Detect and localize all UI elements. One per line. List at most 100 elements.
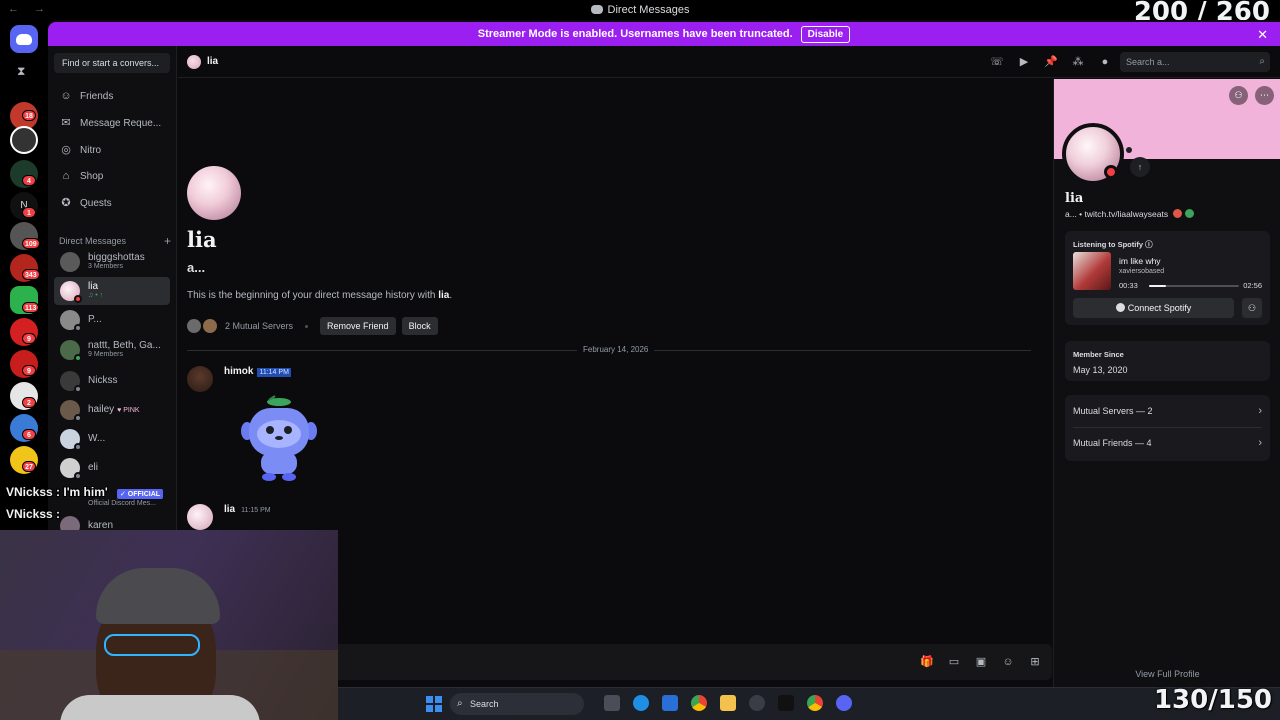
stream-chat-line: VNickss : bbox=[6, 507, 61, 521]
song-artist[interactable]: xaviersobased bbox=[1119, 268, 1164, 275]
taskbar-search[interactable]: ⌕ Search bbox=[450, 693, 584, 715]
discord-taskbar-icon[interactable] bbox=[836, 695, 852, 711]
discord-icon bbox=[590, 5, 603, 14]
custom-status-bubble[interactable]: ↑ bbox=[1130, 157, 1150, 177]
webcam-shirt bbox=[60, 695, 260, 720]
dm-name-text: hailey bbox=[88, 404, 115, 415]
dm-item[interactable]: Nickss bbox=[54, 367, 170, 395]
song-duration: 02:56 bbox=[1243, 281, 1262, 290]
official-badge: ✓ OFFICIAL bbox=[117, 489, 164, 499]
nav-friends[interactable]: ☺ Friends bbox=[54, 84, 170, 108]
dm-item[interactable]: hailey ♥ PINK bbox=[54, 396, 170, 424]
add-friend-icon[interactable]: ⚇ bbox=[1229, 86, 1248, 105]
avatar bbox=[60, 252, 80, 272]
avatar[interactable] bbox=[187, 366, 213, 392]
dm-item[interactable]: P... bbox=[54, 306, 170, 334]
beginning-prefix: This is the beginning of your direct mes… bbox=[187, 290, 439, 301]
hourglass-icon[interactable]: ⧗ bbox=[17, 64, 31, 78]
view-full-profile-link[interactable]: View Full Profile bbox=[1054, 669, 1280, 679]
beginning-name: lia bbox=[438, 290, 450, 301]
song-progress-bar bbox=[1149, 285, 1239, 287]
nav-label: Shop bbox=[80, 170, 104, 182]
album-art[interactable] bbox=[1073, 252, 1111, 290]
chrome-icon[interactable] bbox=[691, 695, 707, 711]
dm-profile-avatar[interactable] bbox=[187, 166, 241, 220]
windows-start-icon[interactable] bbox=[426, 696, 442, 712]
nav-quests[interactable]: ✪ Quests bbox=[54, 191, 170, 215]
search-input[interactable]: Search a... ⌕ bbox=[1120, 52, 1270, 72]
server-badge: 109 bbox=[22, 238, 40, 249]
overlay-counter-bottom: 130/150 bbox=[1153, 685, 1272, 715]
author-name: lia bbox=[224, 504, 236, 515]
message-author[interactable]: lia 11:15 PM bbox=[224, 504, 273, 515]
more-options-icon[interactable]: ⋯ bbox=[1255, 86, 1274, 105]
emoji-icon[interactable]: ☺ bbox=[1001, 655, 1015, 669]
wumpus-sticker[interactable] bbox=[239, 394, 319, 484]
avatar[interactable] bbox=[187, 504, 213, 530]
video-call-icon[interactable]: ▶ bbox=[1017, 55, 1031, 69]
profile-pronouns-link: a... • twitch.tv/liaalwayseats bbox=[1065, 209, 1195, 219]
dm-subtitle: ♫ • ↑ bbox=[88, 292, 104, 299]
nav-message-requests[interactable]: ✉ Message Reque... bbox=[54, 111, 170, 135]
gift-icon[interactable]: 🎁 bbox=[920, 655, 934, 669]
server-badge: 6 bbox=[22, 429, 36, 440]
dm-item[interactable]: W... bbox=[54, 425, 170, 453]
tiktok-icon[interactable] bbox=[778, 695, 794, 711]
dm-item[interactable]: nattt, Beth, Ga... 9 Members bbox=[54, 336, 170, 364]
server-icon[interactable] bbox=[10, 126, 38, 154]
server-badge: 343 bbox=[22, 269, 40, 280]
store-icon[interactable] bbox=[662, 695, 678, 711]
status-indicator bbox=[74, 324, 82, 332]
pin-icon[interactable]: 📌 bbox=[1044, 55, 1058, 69]
info-icon: ⓘ bbox=[1145, 240, 1153, 249]
dm-name: lia bbox=[88, 281, 99, 292]
sticker-icon[interactable]: ▣ bbox=[974, 655, 988, 669]
edge-icon[interactable] bbox=[633, 695, 649, 711]
dm-item-active[interactable]: lia ♫ • ↑ bbox=[54, 277, 170, 305]
official-subtitle: Official Discord Mes... bbox=[88, 500, 156, 507]
create-dm-plus-icon[interactable]: + bbox=[164, 234, 171, 248]
date-divider-label: February 14, 2026 bbox=[577, 345, 655, 354]
chat-header-name[interactable]: lia bbox=[207, 56, 218, 67]
song-title[interactable]: im like why bbox=[1119, 256, 1161, 266]
window-title-text: Direct Messages bbox=[607, 4, 690, 16]
find-conversation-input[interactable]: Find or start a convers... bbox=[54, 53, 170, 73]
windows-taskbar: ⌕ Search bbox=[338, 687, 1280, 720]
mutual-servers-row[interactable]: Mutual Servers — 2 › bbox=[1073, 399, 1262, 423]
spotify-title: Listening to Spotify ⓘ bbox=[1073, 239, 1153, 250]
steam-icon[interactable] bbox=[749, 695, 765, 711]
status-indicator bbox=[74, 472, 82, 480]
remove-friend-button[interactable]: Remove Friend bbox=[320, 317, 396, 335]
apps-icon[interactable]: ⊞ bbox=[1028, 655, 1042, 669]
chrome-icon[interactable] bbox=[807, 695, 823, 711]
profile-link-text[interactable]: a... • twitch.tv/liaalwayseats bbox=[1065, 209, 1168, 219]
mutual-servers-row: 2 Mutual Servers Remove Friend Block bbox=[187, 316, 444, 336]
disable-streamer-mode-button[interactable]: Disable bbox=[800, 25, 851, 43]
gif-icon[interactable]: ▭ bbox=[947, 655, 961, 669]
dm-beginning-text: This is the beginning of your direct mes… bbox=[187, 290, 452, 301]
mutual-servers-link[interactable]: 2 Mutual Servers bbox=[225, 321, 293, 331]
nav-label: Friends bbox=[80, 90, 114, 102]
dm-item[interactable]: bigggshottas 3 Members bbox=[54, 248, 170, 276]
dm-profile-name: lia bbox=[187, 227, 217, 252]
dm-item[interactable]: eli bbox=[54, 454, 170, 482]
user-profile-icon[interactable]: ● bbox=[1098, 55, 1112, 69]
block-button[interactable]: Block bbox=[401, 317, 438, 335]
task-view-icon[interactable] bbox=[604, 695, 620, 711]
badge-icon bbox=[1173, 209, 1183, 218]
nav-shop[interactable]: ⌂ Shop bbox=[54, 164, 170, 188]
author-name: himok bbox=[224, 366, 254, 377]
invite-listen-icon[interactable]: ⚇ bbox=[1242, 298, 1262, 318]
discord-home-button[interactable] bbox=[10, 25, 38, 53]
nav-label: Quests bbox=[80, 197, 112, 209]
close-icon[interactable]: ✕ bbox=[1257, 27, 1268, 43]
message-author[interactable]: himok 11:14 PM bbox=[224, 366, 291, 377]
server-badge: 1 bbox=[22, 207, 36, 218]
voice-call-icon[interactable]: ☏ bbox=[990, 55, 1004, 69]
nav-nitro[interactable]: ◎ Nitro bbox=[54, 138, 170, 162]
connect-spotify-button[interactable]: Connect Spotify bbox=[1073, 298, 1234, 318]
file-explorer-icon[interactable] bbox=[720, 695, 736, 711]
user-profile-panel: ⚇ ⋯ ↑ lia a... • twitch.tv/liaalwayseats… bbox=[1053, 79, 1280, 687]
add-friends-to-dm-icon[interactable]: ⁂ bbox=[1071, 55, 1085, 69]
mutual-friends-row[interactable]: Mutual Friends — 4 › bbox=[1073, 431, 1262, 455]
